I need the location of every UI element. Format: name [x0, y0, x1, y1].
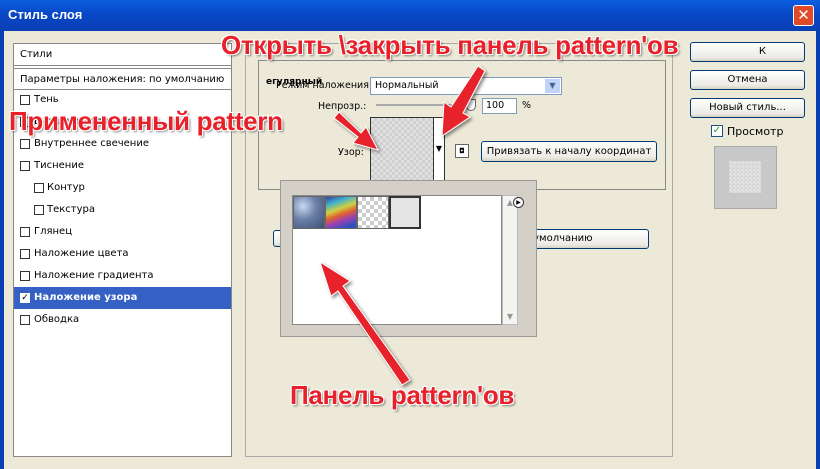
arrow-panel-icon	[319, 260, 411, 386]
arrow-applied-icon	[333, 111, 379, 151]
annotation-toggle-panel: Открыть \закрыть панель pattern'ов	[221, 30, 679, 60]
annotation-pattern-panel: Панель pattern'ов	[290, 380, 515, 410]
arrow-toggle-icon	[441, 65, 486, 137]
annotation-applied-pattern: Примененный pattern	[9, 106, 283, 136]
